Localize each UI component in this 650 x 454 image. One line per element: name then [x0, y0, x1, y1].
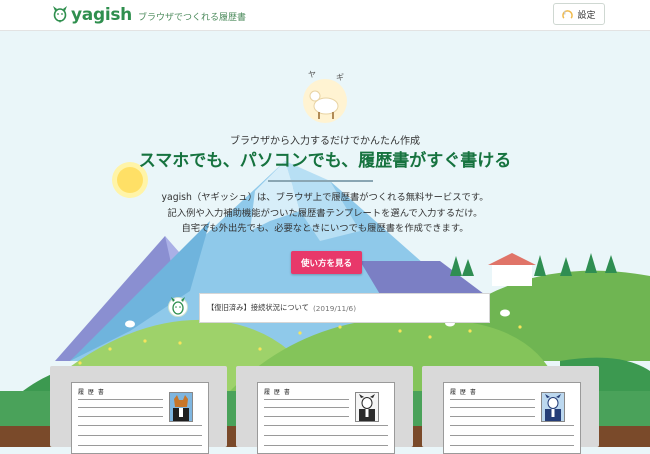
photo-frame	[355, 392, 379, 422]
template-card[interactable]: 履 歴 書	[50, 366, 227, 454]
brand-logo[interactable]: yagish ブラウザでつくれる履歴書	[52, 5, 246, 25]
house-icon	[492, 264, 532, 286]
goat-speech-1: ヤ	[308, 70, 316, 79]
resume-sheet: 履 歴 書	[443, 382, 581, 454]
settings-label: 設定	[577, 10, 596, 21]
resume-sheet: 履 歴 書	[71, 382, 209, 454]
notice-text: 【復旧済み】接続状況について	[207, 303, 309, 312]
notice-link[interactable]: 【復旧済み】接続状況について (2019/11/6)	[199, 293, 490, 323]
description-line: 自宅でも外出先でも、必要なときにいつでも履歴書を作成できます。	[181, 223, 469, 234]
goat-figure-icon	[359, 394, 375, 421]
goat-figure-icon	[545, 394, 561, 421]
how-to-use-button[interactable]: 使い方を見る	[291, 251, 362, 274]
brand-name: yagish	[71, 5, 132, 25]
notice-date: (2019/11/6)	[312, 303, 357, 313]
fox-figure-icon	[173, 395, 189, 421]
photo-frame	[541, 392, 565, 422]
template-card[interactable]: 履 歴 書	[236, 366, 413, 454]
sheet-title: 履 歴 書	[78, 389, 105, 396]
sheet-title: 履 歴 書	[264, 389, 291, 396]
resume-sheet: 履 歴 書	[257, 382, 395, 454]
hero-tagline: ブラウザから入力するだけでかんたん作成	[230, 136, 420, 147]
notice-goat-icon	[168, 297, 188, 317]
hero-description: yagish（ヤギッシュ）は、ブラウザ上で履歴書がつくれる無料サービスです。 記…	[0, 190, 650, 237]
hero-scene: ヤ ギ ブラウザから入力するだけでかんたん作成 スマホでも、パソコンでも、履歴書…	[0, 31, 650, 454]
hero-headline: スマホでも、パソコンでも、履歴書がすぐ書ける	[138, 151, 512, 171]
description-line: 記入例や入力補助機能がついた履歴書テンプレートを選んで入力するだけ。	[167, 207, 483, 219]
goat-speech-2: ギ	[336, 73, 344, 82]
brand-tagline: ブラウザでつくれる履歴書	[137, 13, 246, 23]
template-card[interactable]: 履 歴 書	[422, 366, 599, 454]
description-line: yagish（ヤギッシュ）は、ブラウザ上で履歴書がつくれる無料サービスです。	[161, 192, 489, 203]
goat-mascot-icon	[303, 79, 347, 123]
photo-frame	[169, 392, 193, 422]
settings-button[interactable]: 設定	[553, 3, 605, 25]
settings-icon	[562, 9, 574, 19]
sheet-title: 履 歴 書	[450, 389, 477, 396]
goat-logo-icon	[53, 6, 67, 23]
top-header: yagish ブラウザでつくれる履歴書 設定	[0, 0, 650, 31]
